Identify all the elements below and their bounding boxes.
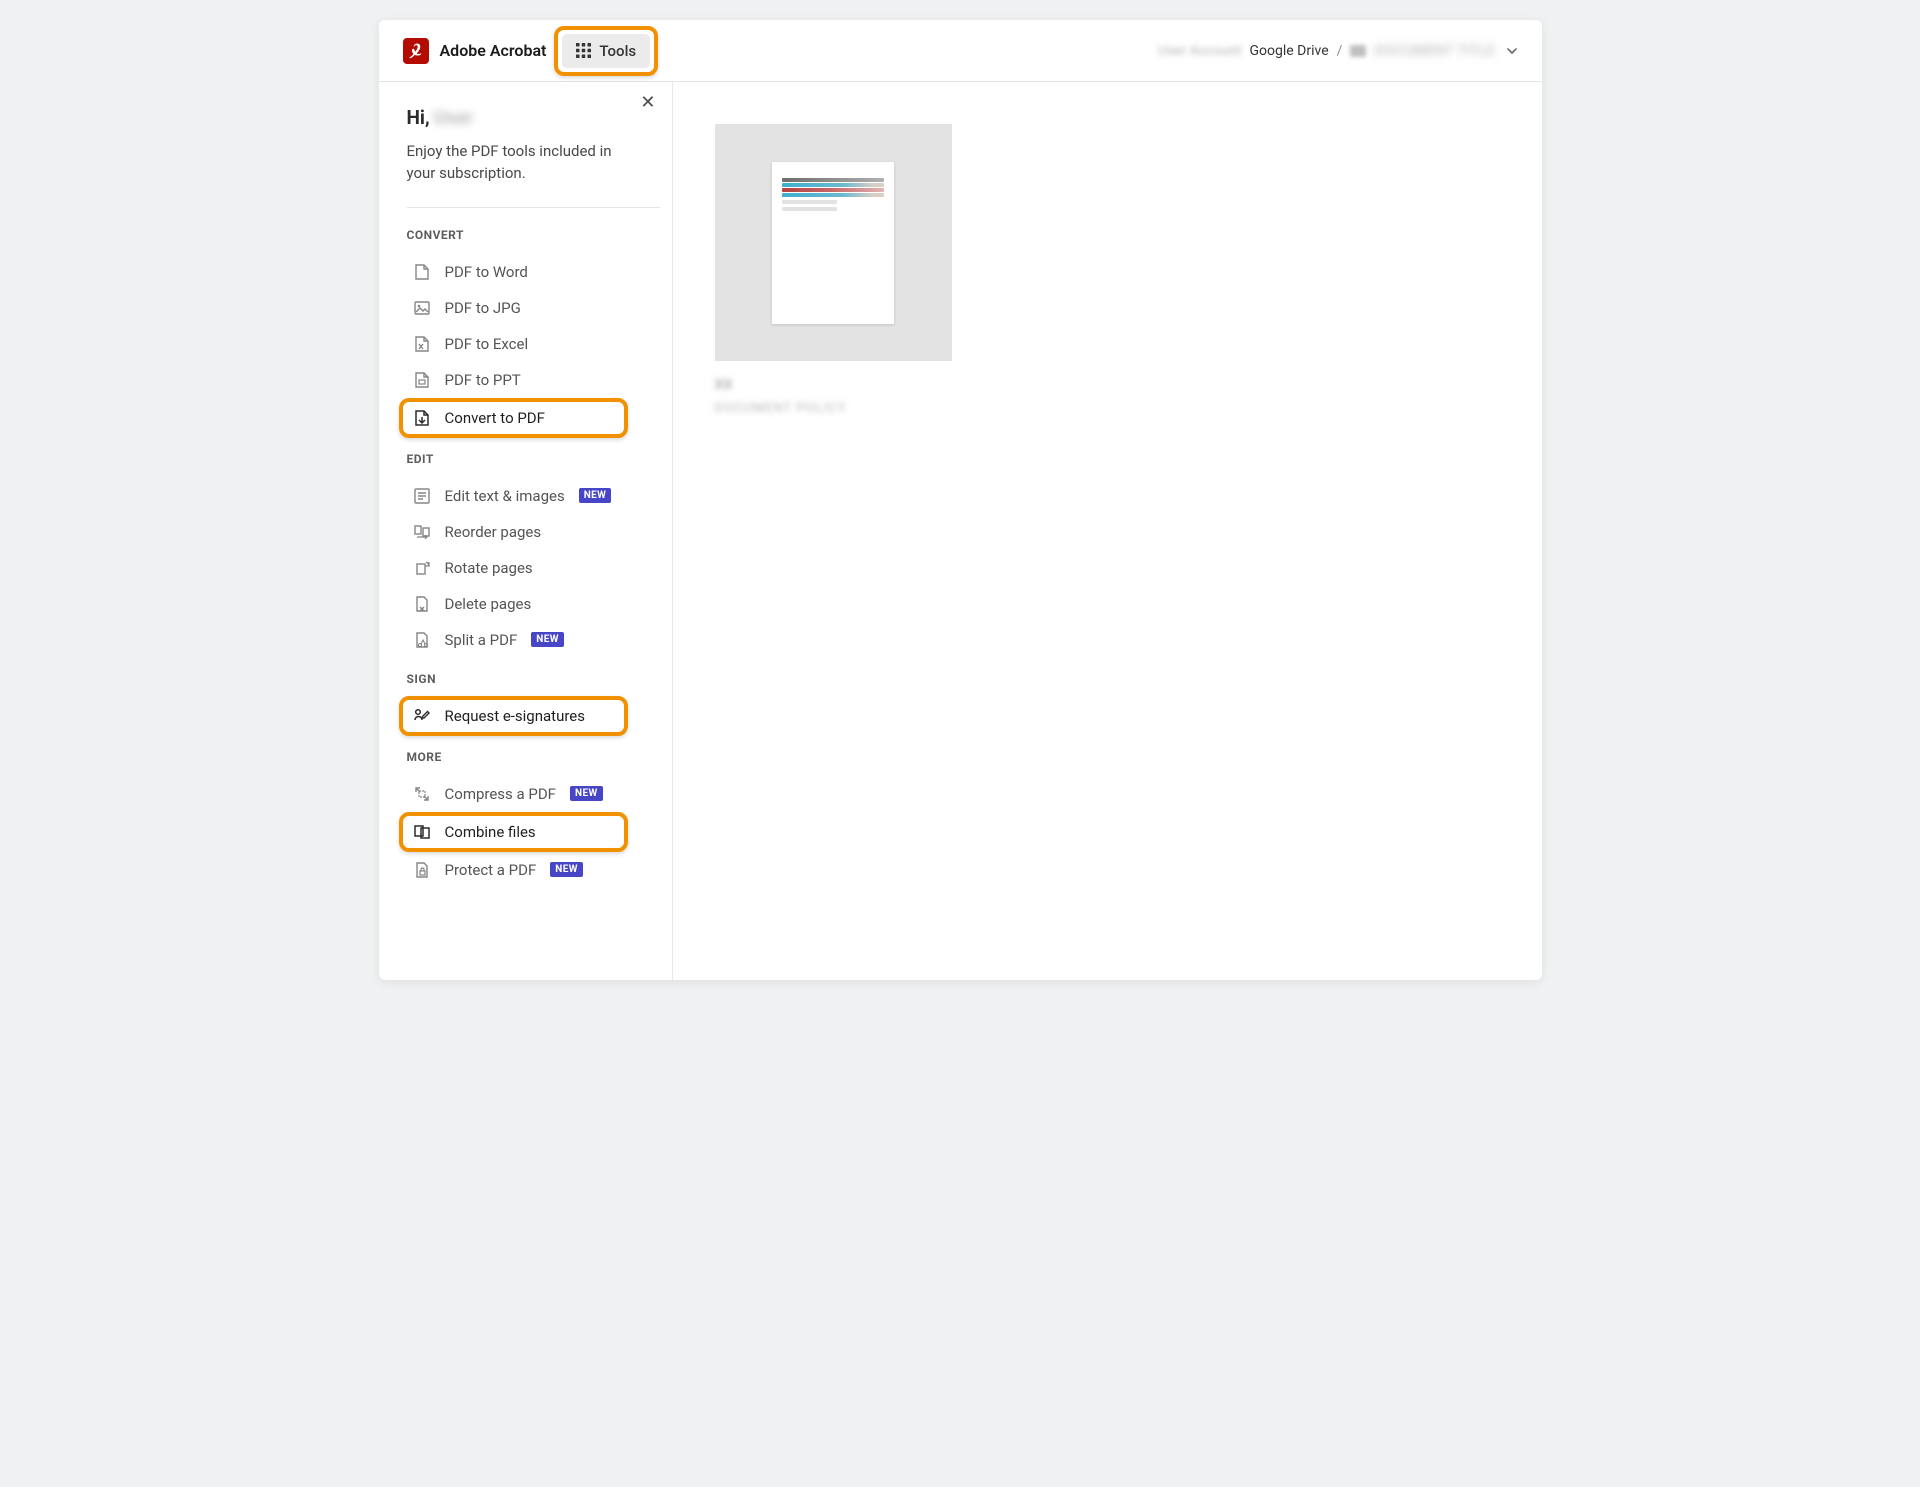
tool-label: Split a PDF: [445, 631, 518, 649]
doc-word-icon: [413, 263, 431, 281]
doc-image-icon: [413, 299, 431, 317]
tool-label: Rotate pages: [445, 559, 533, 577]
tool-label: PDF to JPG: [445, 299, 521, 317]
tools-button[interactable]: Tools: [562, 34, 650, 68]
new-badge: NEW: [550, 862, 583, 877]
reorder-icon: [413, 523, 431, 541]
grid-icon: [576, 43, 591, 58]
file-thumbnail: [715, 124, 952, 361]
rotate-icon: [413, 559, 431, 577]
greeting-prefix: Hi,: [407, 106, 430, 129]
breadcrumb-separator: /: [1337, 43, 1343, 59]
compress-icon: [413, 785, 431, 803]
lock-icon: [413, 861, 431, 879]
tool-label: Compress a PDF: [445, 785, 556, 803]
tool-label: Request e-signatures: [445, 707, 586, 725]
tool-edit-text-images[interactable]: Edit text & images NEW: [407, 478, 660, 514]
tool-pdf-to-word[interactable]: PDF to Word: [407, 254, 660, 290]
tools-button-label: Tools: [599, 42, 636, 60]
chevron-down-icon[interactable]: [1506, 45, 1518, 57]
tool-list-edit: Edit text & images NEW Reorder pages Rot…: [407, 478, 660, 658]
greeting-name: User: [434, 106, 474, 129]
app-window: Adobe Acrobat Tools User Account Google …: [379, 20, 1542, 980]
combine-icon: [413, 823, 431, 841]
tools-button-container: Tools: [562, 34, 650, 68]
section-label-sign: SIGN: [407, 672, 660, 686]
thumbnail-page: [772, 162, 894, 324]
signature-icon: [413, 707, 431, 725]
section-label-more: MORE: [407, 750, 660, 764]
tool-label: Edit text & images: [445, 487, 565, 505]
tool-reorder-pages[interactable]: Reorder pages: [407, 514, 660, 550]
tool-label: PDF to PPT: [445, 371, 521, 389]
new-badge: NEW: [570, 786, 603, 801]
tool-label: Convert to PDF: [445, 409, 545, 427]
tool-list-convert: PDF to Word PDF to JPG PDF to Excel PDF …: [407, 254, 660, 436]
tool-pdf-to-excel[interactable]: PDF to Excel: [407, 326, 660, 362]
body: ✕ Hi, User Enjoy the PDF tools included …: [379, 82, 1542, 980]
tool-convert-to-pdf[interactable]: Convert to PDF: [407, 400, 660, 436]
tool-delete-pages[interactable]: Delete pages: [407, 586, 660, 622]
tool-label: Delete pages: [445, 595, 532, 613]
close-sidebar-button[interactable]: ✕: [640, 94, 655, 112]
tool-list-more: Compress a PDF NEW Combine files Protect…: [407, 776, 660, 888]
doc-excel-icon: [413, 335, 431, 353]
header: Adobe Acrobat Tools User Account Google …: [379, 20, 1542, 82]
new-badge: NEW: [579, 488, 612, 503]
tool-list-sign: Request e-signatures: [407, 698, 660, 734]
tool-rotate-pages[interactable]: Rotate pages: [407, 550, 660, 586]
tool-compress-pdf[interactable]: Compress a PDF NEW: [407, 776, 660, 812]
greeting: Hi, User: [407, 106, 660, 129]
section-label-edit: EDIT: [407, 452, 660, 466]
main-content: XX DOCUMENT POLICY: [673, 82, 1542, 980]
tool-pdf-to-jpg[interactable]: PDF to JPG: [407, 290, 660, 326]
crumb-file[interactable]: DOCUMENT TITLE: [1374, 43, 1495, 59]
doc-ppt-icon: [413, 371, 431, 389]
file-card[interactable]: XX DOCUMENT POLICY: [715, 124, 952, 416]
brand-name: Adobe Acrobat: [440, 41, 547, 60]
tool-request-esignatures[interactable]: Request e-signatures: [407, 698, 660, 734]
tool-split-pdf[interactable]: Split a PDF NEW: [407, 622, 660, 658]
doc-convert-icon: [413, 409, 431, 427]
tool-request-esignatures-wrap: Request e-signatures: [405, 698, 662, 734]
tool-pdf-to-ppt[interactable]: PDF to PPT: [407, 362, 660, 398]
crumb-account[interactable]: User Account: [1158, 43, 1242, 59]
crumb-file-icon: [1350, 45, 1366, 57]
crumb-drive[interactable]: Google Drive: [1250, 43, 1329, 59]
delete-icon: [413, 595, 431, 613]
tool-protect-pdf[interactable]: Protect a PDF NEW: [407, 852, 660, 888]
tool-convert-to-pdf-wrap: Convert to PDF: [405, 400, 662, 436]
divider: [407, 207, 660, 208]
tool-combine-files[interactable]: Combine files: [407, 814, 660, 850]
tool-label: Reorder pages: [445, 523, 542, 541]
breadcrumbs: User Account Google Drive / DOCUMENT TIT…: [1158, 43, 1518, 59]
file-code: XX: [715, 377, 952, 393]
greeting-description: Enjoy the PDF tools included in your sub…: [407, 141, 660, 185]
acrobat-logo-icon: [403, 38, 429, 64]
section-label-convert: CONVERT: [407, 228, 660, 242]
tool-label: Combine files: [445, 823, 536, 841]
new-badge: NEW: [531, 632, 564, 647]
split-icon: [413, 631, 431, 649]
file-title: DOCUMENT POLICY: [715, 401, 952, 416]
brand: Adobe Acrobat: [403, 38, 547, 64]
tool-label: PDF to Excel: [445, 335, 529, 353]
edit-icon: [413, 487, 431, 505]
tool-label: Protect a PDF: [445, 861, 537, 879]
tool-combine-files-wrap: Combine files: [405, 814, 662, 850]
tool-label: PDF to Word: [445, 263, 528, 281]
sidebar: ✕ Hi, User Enjoy the PDF tools included …: [379, 82, 673, 980]
